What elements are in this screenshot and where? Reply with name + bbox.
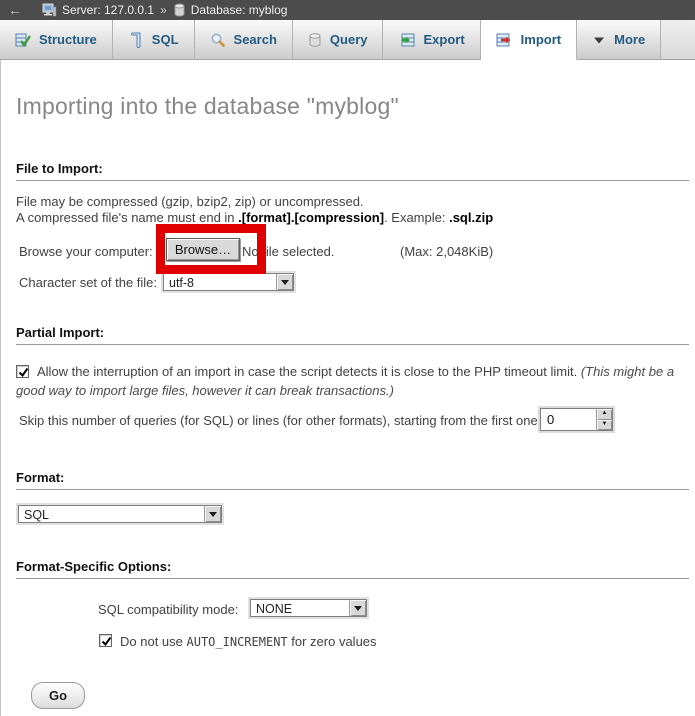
format-row: SQL	[16, 503, 689, 527]
example-extension: .sql.zip	[449, 210, 493, 225]
format-select[interactable]: SQL	[16, 503, 224, 525]
auto-increment-checkbox[interactable]	[99, 634, 112, 647]
back-arrow-icon[interactable]: ←	[8, 2, 22, 18]
allow-interruption-row: Allow the interruption of an import in c…	[16, 362, 689, 400]
compression-note-line2: A compressed file's name must end in .[f…	[16, 210, 689, 226]
spinner-down-icon[interactable]: ▼	[597, 420, 612, 431]
sql-compatibility-row: SQL compatibility mode: NONE	[16, 597, 689, 621]
dropdown-arrow-icon[interactable]	[349, 600, 366, 616]
tab-query[interactable]: Query	[293, 20, 384, 60]
max-size-note: (Max: 2,048KiB)	[400, 244, 493, 259]
tab-label: SQL	[152, 32, 179, 47]
tab-import[interactable]: Import	[481, 20, 577, 60]
tab-search[interactable]: Search	[195, 20, 293, 60]
sql-compatibility-label: SQL compatibility mode:	[98, 602, 238, 617]
file-upload-row: Browse your computer: Browse… No file se…	[16, 235, 689, 271]
breadcrumb-server[interactable]: Server: 127.0.0.1	[42, 3, 154, 17]
breadcrumb-database[interactable]: Database: myblog	[173, 3, 288, 17]
go-button[interactable]: Go	[31, 682, 85, 709]
tab-more[interactable]: More	[577, 20, 661, 60]
spinner-up-icon[interactable]: ▲	[597, 409, 612, 420]
sql-compatibility-select[interactable]: NONE	[248, 597, 369, 619]
tab-sql[interactable]: SQL	[113, 20, 195, 60]
format-compression-hint: .[format].[compression]	[238, 210, 384, 225]
tab-export[interactable]: Export	[383, 20, 480, 60]
auto-increment-label: Do not use AUTO_INCREMENT for zero value…	[120, 634, 377, 649]
search-icon	[210, 32, 226, 48]
allow-interruption-checkbox[interactable]	[16, 365, 29, 378]
no-file-selected-text: No file selected.	[242, 244, 335, 259]
sql-compatibility-value: NONE	[251, 600, 349, 616]
section-heading: Partial Import:	[16, 325, 689, 345]
breadcrumb-separator: »	[160, 3, 167, 17]
tab-label: More	[614, 32, 645, 47]
breadcrumb-database-label: Database: myblog	[191, 3, 288, 17]
tab-bar: Structure SQL Search Query Export Import…	[0, 20, 695, 60]
allow-interruption-label: Allow the interruption of an import in c…	[37, 364, 581, 379]
import-icon	[496, 32, 513, 48]
browse-label: Browse your computer:	[19, 244, 153, 259]
database-icon	[173, 3, 186, 17]
section-format-specific-options: Format-Specific Options: SQL compatibili…	[16, 559, 689, 651]
sql-icon	[128, 32, 144, 48]
compression-note-line1: File may be compressed (gzip, bzip2, zip…	[16, 194, 689, 210]
section-heading: File to Import:	[16, 161, 689, 181]
tab-structure[interactable]: Structure	[0, 20, 113, 60]
tab-label: Query	[330, 32, 368, 47]
skip-queries-label: Skip this number of queries (for SQL) or…	[19, 413, 541, 428]
breadcrumb-bar: ← Server: 127.0.0.1 » Database: myblog	[0, 0, 695, 20]
export-icon	[398, 32, 415, 48]
section-partial-import: Partial Import: Allow the interruption o…	[16, 325, 689, 436]
skip-queries-input[interactable]: 0 ▲ ▼	[538, 406, 615, 433]
tab-bar-filler	[661, 20, 695, 60]
breadcrumb-server-label: Server: 127.0.0.1	[62, 3, 154, 17]
chevron-down-icon	[592, 32, 606, 48]
format-selected-value: SQL	[19, 506, 204, 522]
browse-button[interactable]: Browse…	[166, 238, 240, 261]
charset-row: Character set of the file: utf-8	[16, 271, 689, 295]
auto-increment-row: Do not use AUTO_INCREMENT for zero value…	[16, 633, 689, 651]
tab-label: Search	[234, 32, 277, 47]
server-icon	[42, 3, 57, 17]
charset-select[interactable]: utf-8	[161, 271, 296, 293]
tab-label: Import	[521, 32, 561, 47]
section-format: Format: SQL	[16, 470, 689, 527]
section-heading: Format-Specific Options:	[16, 559, 689, 579]
structure-icon	[15, 32, 31, 48]
section-heading: Format:	[16, 470, 689, 490]
charset-selected-value: utf-8	[164, 274, 276, 290]
page-title: Importing into the database "myblog"	[1, 60, 695, 120]
skip-queries-row: Skip this number of queries (for SQL) or…	[16, 406, 689, 436]
dropdown-arrow-icon[interactable]	[204, 506, 221, 522]
charset-label: Character set of the file:	[19, 275, 157, 290]
tab-label: Export	[423, 32, 464, 47]
section-file-to-import: File to Import: File may be compressed (…	[16, 161, 689, 295]
tab-label: Structure	[39, 32, 97, 47]
auto-increment-keyword: AUTO_INCREMENT	[187, 635, 288, 649]
dropdown-arrow-icon[interactable]	[276, 274, 293, 290]
main-content: Importing into the database "myblog" Fil…	[0, 60, 695, 716]
query-icon	[308, 32, 322, 48]
skip-queries-value[interactable]: 0	[541, 409, 596, 430]
